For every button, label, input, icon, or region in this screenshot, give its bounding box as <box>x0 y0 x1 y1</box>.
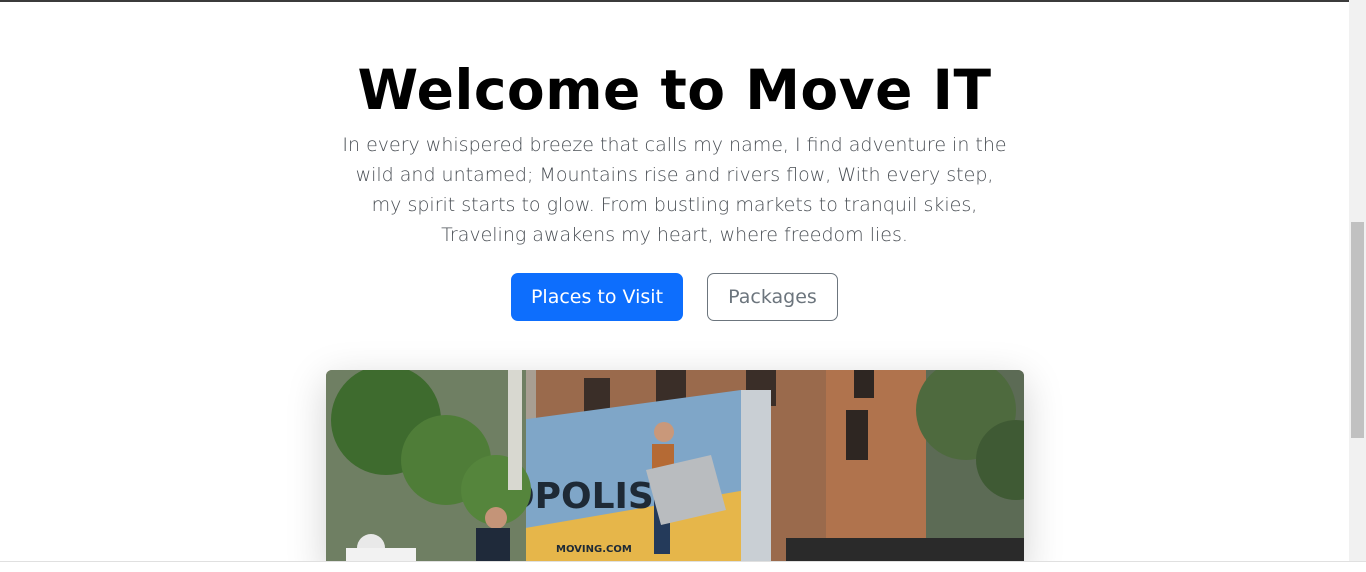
packages-button[interactable]: Packages <box>707 273 838 321</box>
hero-description: In every whispered breeze that calls my … <box>342 134 1007 246</box>
places-to-visit-button[interactable]: Places to Visit <box>511 273 683 321</box>
vertical-scrollbar-thumb[interactable] <box>1351 222 1364 438</box>
page-title: Welcome to Move IT <box>357 58 992 122</box>
page-content: Welcome to Move IT In every whispered br… <box>0 2 1349 561</box>
movers-photo-illustration: OPOLIS MOVING.COM <box>326 370 1024 561</box>
hero-image: OPOLIS MOVING.COM <box>326 370 1024 561</box>
bottom-edge <box>0 561 1366 572</box>
truck-url-lettering: MOVING.COM <box>556 544 632 555</box>
